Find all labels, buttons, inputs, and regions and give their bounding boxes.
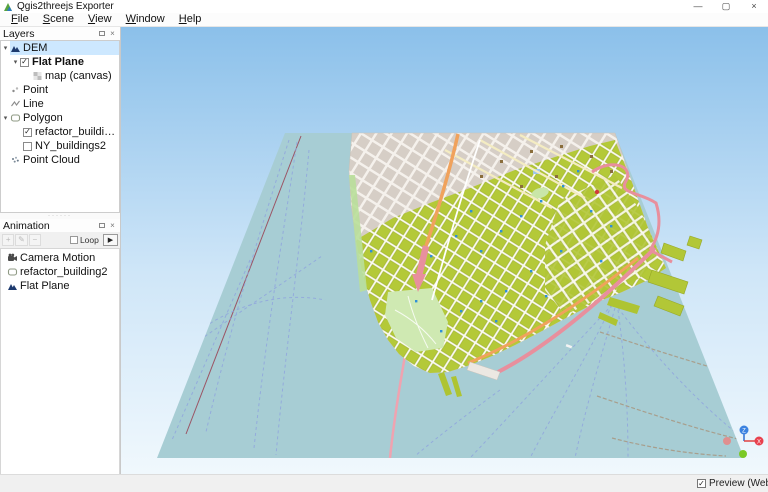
layer-item-polygon[interactable]: ▾ Polygon (1, 111, 119, 125)
play-button[interactable]: ▶ (102, 234, 118, 246)
float-icon (98, 30, 105, 36)
layers-tree: ▾ DEM ▾ ✓ Flat Plane map (canvas) Point … (0, 40, 120, 213)
animation-label: refactor_building2 (20, 266, 108, 278)
animation-toolbar: + ✎ − Loop ▶ (0, 232, 120, 248)
edit-keyframe-button[interactable]: ✎ (15, 234, 28, 246)
maximize-button[interactable]: ▢ (712, 0, 740, 13)
animation-item-refactor-building2[interactable]: refactor_building2 (1, 265, 119, 279)
layers-close-button[interactable]: × (107, 29, 118, 39)
layer-label: NY_buildings2 (35, 140, 106, 152)
layers-dock-header: Layers × (0, 27, 120, 40)
layer-label: map (canvas) (45, 70, 112, 82)
minimize-button[interactable]: — (684, 0, 712, 13)
layer-label: refactor_buildin... (35, 126, 119, 138)
play-icon: ▶ (107, 237, 114, 244)
close-button[interactable]: × (740, 0, 768, 13)
menu-help[interactable]: Help (172, 13, 209, 26)
3d-scene: Z X (121, 27, 768, 474)
title-bar[interactable]: Qgis2threejs Exporter — ▢ × (0, 0, 768, 13)
layer-label: Polygon (23, 112, 63, 124)
remove-keyframe-button[interactable]: − (28, 234, 41, 246)
polygon-layer-icon (10, 114, 21, 122)
layer-item-ny-buildings2[interactable]: NY_buildings2 (1, 139, 119, 153)
refactor-building-checkbox[interactable]: ✓ (23, 127, 32, 137)
preview-toggle[interactable]: ✓ Preview (WebEngine) (697, 478, 768, 489)
layer-item-map-canvas[interactable]: map (canvas) (1, 69, 119, 83)
layer-item-refactor-building[interactable]: ✓ refactor_buildin... (1, 125, 119, 139)
float-icon (98, 222, 105, 228)
axis-x-label: X (757, 440, 761, 446)
layer-label: Flat Plane (32, 56, 84, 68)
menu-file[interactable]: File (4, 13, 36, 26)
map-canvas-icon (33, 72, 42, 80)
loop-checkbox[interactable] (69, 236, 78, 244)
layer-item-flat-plane[interactable]: ▾ ✓ Flat Plane (1, 55, 119, 69)
layer-item-point[interactable]: Point (1, 83, 119, 97)
axis-green-ball (739, 450, 747, 458)
dem-terrain-icon (8, 284, 17, 290)
layer-item-point-cloud[interactable]: Point Cloud (1, 153, 119, 167)
window-title: Qgis2threejs Exporter (17, 1, 114, 12)
axis-z-label: Z (742, 429, 746, 435)
animation-dock-header: Animation × (0, 219, 120, 232)
layer-item-dem[interactable]: ▾ DEM (1, 41, 119, 55)
animation-panel-title: Animation (3, 219, 50, 232)
ny-buildings2-checkbox[interactable] (23, 141, 32, 151)
camera-icon (8, 253, 17, 261)
animation-tree: Camera Motion refactor_building2 Flat Pl… (0, 248, 120, 475)
point-cloud-icon (12, 156, 19, 163)
animation-label: Flat Plane (20, 280, 70, 292)
animation-item-flat-plane[interactable]: Flat Plane (1, 279, 119, 293)
animation-label: Camera Motion (20, 252, 96, 264)
menu-bar: File Scene View Window Help (0, 13, 768, 27)
layers-panel-title: Layers (3, 27, 35, 40)
expand-icon[interactable]: ▾ (1, 44, 10, 52)
dem-terrain-icon (11, 46, 20, 52)
axis-y-ball (723, 437, 731, 445)
3d-preview-viewport[interactable]: Z X (121, 27, 768, 474)
layer-item-line[interactable]: Line (1, 97, 119, 111)
expand-icon[interactable]: ▾ (1, 114, 10, 122)
red-poi-marker (594, 189, 600, 195)
menu-scene[interactable]: Scene (36, 13, 81, 26)
layer-label: Point Cloud (23, 154, 80, 166)
splitter-handle-dots: ······ (48, 213, 72, 219)
loop-label: Loop (79, 235, 99, 245)
menu-view[interactable]: View (81, 13, 119, 26)
layer-label: DEM (23, 42, 48, 54)
menu-window[interactable]: Window (119, 13, 172, 26)
left-dock-area: Layers × ▾ DEM ▾ ✓ Flat Plane map (canva… (0, 27, 121, 475)
app-window: Qgis2threejs Exporter — ▢ × File Scene V… (0, 0, 768, 492)
app-icon (4, 2, 12, 11)
layers-float-button[interactable] (96, 29, 107, 39)
animation-item-camera-motion[interactable]: Camera Motion (1, 251, 119, 265)
layer-label: Line (23, 98, 44, 110)
animation-float-button[interactable] (96, 221, 107, 231)
point-layer-icon (12, 87, 19, 93)
polygon-layer-icon (7, 268, 18, 276)
preview-checkbox[interactable]: ✓ (697, 479, 706, 488)
line-layer-icon (11, 100, 20, 107)
status-bar: ✓ Preview (WebEngine) (0, 474, 768, 492)
animation-close-button[interactable]: × (107, 221, 118, 231)
expand-icon[interactable]: ▾ (11, 58, 20, 66)
add-keyframe-button[interactable]: + (2, 234, 15, 246)
preview-label: Preview (WebEngine) (709, 478, 768, 489)
flat-plane-checkbox[interactable]: ✓ (20, 57, 29, 67)
layer-label: Point (23, 84, 49, 96)
